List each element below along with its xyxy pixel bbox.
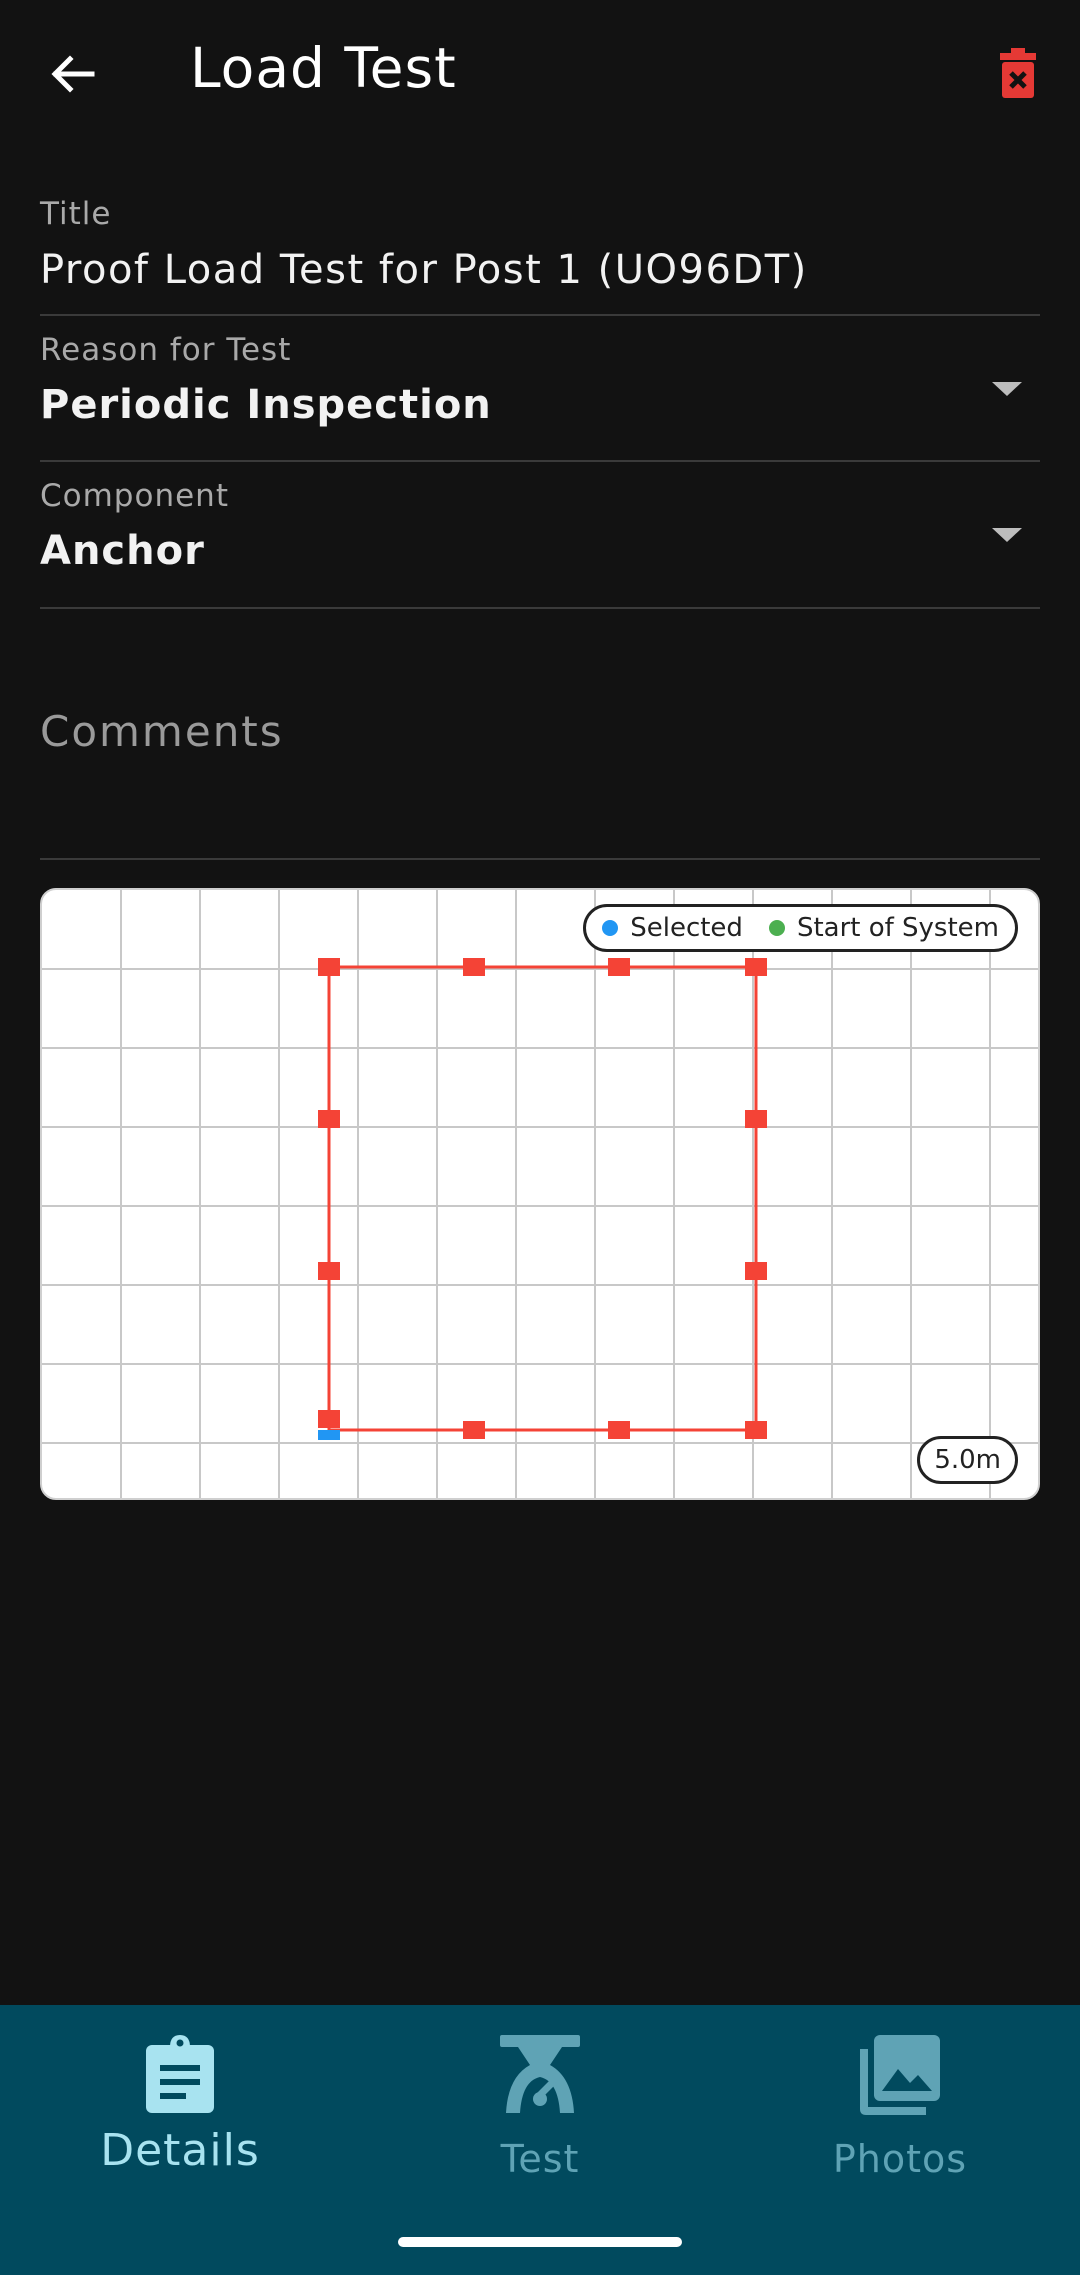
system-node[interactable]: [318, 1410, 340, 1428]
scale-icon: [500, 2035, 580, 2115]
diagram-legend: Selected Start of System: [583, 904, 1018, 952]
comments-underline: [40, 858, 1040, 860]
scale-badge: 5.0m: [917, 1436, 1018, 1484]
title-field[interactable]: Title Proof Load Test for Post 1 (UO96DT…: [40, 180, 1040, 316]
clipboard-icon: [144, 2035, 216, 2115]
system-line: [327, 965, 758, 1432]
system-outline: [327, 965, 758, 1432]
back-button[interactable]: [40, 40, 106, 112]
system-node[interactable]: [745, 1421, 767, 1439]
title-field-value[interactable]: Proof Load Test for Post 1 (UO96DT): [40, 247, 808, 293]
arrow-left-icon: [48, 49, 98, 103]
tab-details-label: Details: [100, 2125, 260, 2176]
bottom-navigation: Details Test Photos: [0, 2005, 1080, 2275]
legend-selected: Selected: [602, 913, 743, 943]
tab-details[interactable]: Details: [0, 2005, 360, 2235]
system-node[interactable]: [745, 1110, 767, 1128]
system-node[interactable]: [318, 1110, 340, 1128]
tab-test-label: Test: [500, 2137, 580, 2181]
system-node[interactable]: [608, 958, 630, 976]
title-field-label: Title: [40, 196, 112, 232]
reason-for-test-select[interactable]: Reason for Test Periodic Inspection: [40, 316, 1040, 462]
start-dot-icon: [768, 920, 785, 936]
trash-icon: [999, 48, 1037, 102]
system-node[interactable]: [463, 1421, 485, 1439]
chevron-down-icon: [992, 528, 1022, 542]
legend-start-label: Start of System: [796, 913, 999, 943]
home-indicator: [398, 2237, 682, 2247]
page-title: Load Test: [190, 36, 457, 100]
system-node[interactable]: [608, 1421, 630, 1439]
selected-node[interactable]: [318, 1430, 340, 1440]
system-diagram[interactable]: Selected Start of System 5.0m: [40, 888, 1040, 1500]
system-node[interactable]: [745, 1262, 767, 1280]
tab-test[interactable]: Test: [360, 2005, 720, 2235]
chevron-down-icon: [992, 382, 1022, 396]
component-label: Component: [40, 478, 229, 514]
comments-input[interactable]: Comments: [40, 707, 284, 756]
diagram-grid: [42, 890, 1038, 1498]
system-diagram-canvas[interactable]: [42, 890, 1040, 1500]
system-nodes[interactable]: [318, 958, 767, 1440]
system-node[interactable]: [318, 958, 340, 976]
app-bar: Load Test: [0, 0, 1080, 150]
component-select[interactable]: Component Anchor: [40, 462, 1040, 609]
component-value: Anchor: [40, 528, 205, 574]
system-node[interactable]: [745, 958, 767, 976]
selected-dot-icon: [602, 920, 619, 936]
reason-for-test-value: Periodic Inspection: [40, 382, 492, 428]
delete-button[interactable]: [990, 44, 1046, 106]
legend-selected-label: Selected: [630, 913, 743, 943]
system-node[interactable]: [463, 958, 485, 976]
photo-library-icon: [860, 2035, 940, 2115]
legend-start: Start of System: [768, 913, 999, 943]
reason-for-test-label: Reason for Test: [40, 332, 292, 368]
system-node[interactable]: [318, 1262, 340, 1280]
tab-photos-label: Photos: [832, 2137, 968, 2181]
tab-photos[interactable]: Photos: [720, 2005, 1080, 2235]
